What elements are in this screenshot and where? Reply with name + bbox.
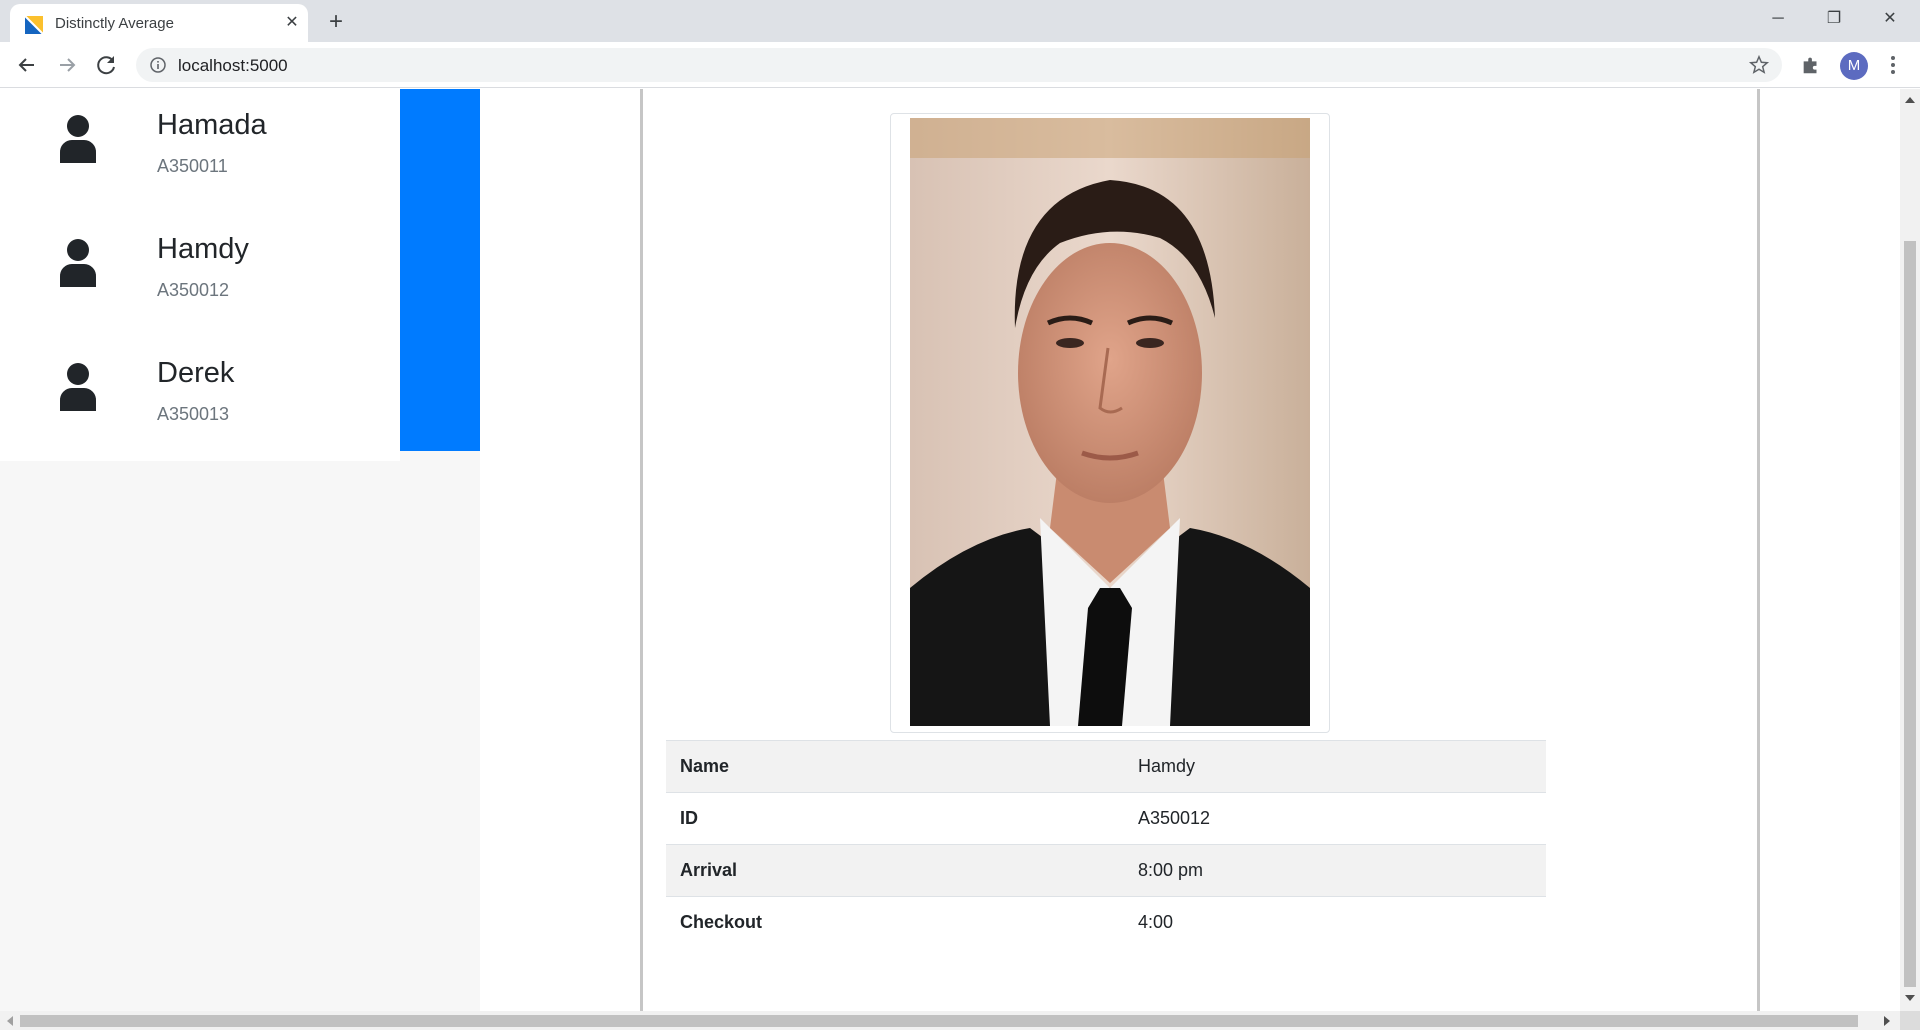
profile-photo-frame (890, 113, 1330, 733)
table-row: Arrival 8:00 pm (666, 844, 1546, 897)
window-close-icon[interactable]: ✕ (1862, 0, 1918, 38)
vertical-scroll-thumb[interactable] (1904, 241, 1916, 987)
table-row: Name Hamdy (666, 740, 1546, 793)
scrollbar-corner (1900, 1011, 1920, 1030)
user-icon (59, 115, 97, 163)
detail-value: A350012 (1124, 792, 1546, 845)
user-name: Derek (157, 357, 235, 389)
restore-icon[interactable]: ❐ (1806, 0, 1862, 38)
more-vert-icon[interactable] (1882, 54, 1904, 76)
horizontal-scroll-thumb[interactable] (20, 1015, 1858, 1027)
detail-label: Name (666, 740, 1124, 793)
detail-value: 8:00 pm (1124, 844, 1546, 897)
detail-panel: Name Hamdy ID A350012 Arrival 8:00 pm Ch… (640, 89, 1760, 1011)
new-tab-plus-icon[interactable]: + (322, 8, 350, 36)
details-table: Name Hamdy ID A350012 Arrival 8:00 pm Ch… (666, 740, 1546, 949)
selection-accent-bar (400, 89, 480, 451)
detail-label: ID (666, 792, 1124, 845)
profile-photo (910, 118, 1310, 726)
user-icon (59, 363, 97, 411)
user-id: A350011 (157, 156, 228, 176)
user-id: A350012 (157, 280, 230, 300)
site-favicon-icon (24, 15, 44, 35)
address-url: localhost:5000 (178, 56, 288, 75)
bookmark-star-icon[interactable] (1748, 54, 1770, 76)
detail-value: Hamdy (1124, 740, 1546, 793)
forward-arrow-icon[interactable] (52, 50, 82, 80)
user-list: Hamada A350011 Hamdy A350012 Derek A3500… (0, 89, 400, 461)
tab-close-icon[interactable]: ✕ (282, 13, 302, 33)
scroll-down-arrow-icon[interactable] (1905, 995, 1915, 1001)
detail-label: Checkout (666, 896, 1124, 949)
browser-tab-bar: Distinctly Average ✕ + ─ ❐ ✕ (0, 0, 1920, 42)
table-row: Checkout 4:00 (666, 896, 1546, 949)
user-list-item[interactable]: Hamada A350011 (0, 89, 400, 213)
browser-toolbar: localhost:5000 M (0, 42, 1920, 88)
scroll-up-arrow-icon[interactable] (1905, 97, 1915, 103)
user-name: Hamada (157, 109, 267, 141)
table-row: ID A350012 (666, 792, 1546, 845)
detail-label: Arrival (666, 844, 1124, 897)
vertical-scrollbar[interactable] (1900, 89, 1920, 1011)
sidebar: Hamada A350011 Hamdy A350012 Derek A3500… (0, 89, 480, 1011)
back-arrow-icon[interactable] (12, 50, 42, 80)
horizontal-scrollbar[interactable] (0, 1011, 1900, 1030)
profile-avatar[interactable]: M (1840, 52, 1868, 80)
site-info-icon[interactable] (150, 57, 166, 73)
user-id: A350013 (157, 404, 230, 424)
scroll-right-arrow-icon[interactable] (1884, 1016, 1890, 1026)
user-name: Hamdy (157, 233, 249, 265)
user-icon (59, 239, 97, 287)
user-list-item[interactable]: Derek A350013 (0, 337, 400, 461)
reload-icon[interactable] (92, 50, 122, 80)
tab-title: Distinctly Average (55, 15, 174, 32)
detail-value: 4:00 (1124, 896, 1546, 949)
user-list-item[interactable]: Hamdy A350012 (0, 213, 400, 337)
extensions-puzzle-icon[interactable] (1800, 54, 1822, 76)
scroll-left-arrow-icon[interactable] (7, 1016, 13, 1026)
minimize-icon[interactable]: ─ (1750, 0, 1806, 38)
browser-tab[interactable]: Distinctly Average ✕ (10, 4, 308, 42)
address-bar[interactable]: localhost:5000 (136, 48, 1782, 82)
page-viewport: Hamada A350011 Hamdy A350012 Derek A3500… (0, 89, 1900, 1011)
